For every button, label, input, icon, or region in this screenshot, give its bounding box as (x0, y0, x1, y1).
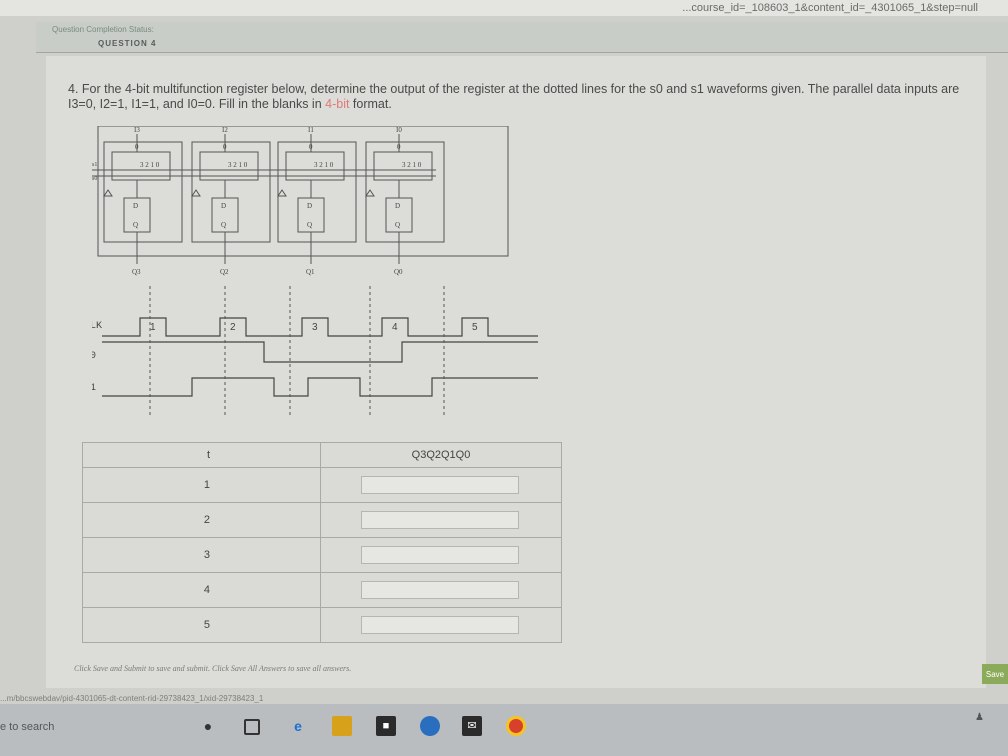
answer-input-4[interactable] (361, 581, 519, 599)
output-label: Q0 (394, 268, 403, 276)
output-label: Q1 (306, 268, 315, 276)
clock-triangle (191, 189, 201, 197)
mux-const-label: 0 (135, 143, 139, 151)
pulse-number: 2 (230, 322, 236, 333)
table-header-row: t Q3Q2Q1Q0 (82, 442, 562, 468)
input-label: I2 (222, 126, 228, 134)
file-explorer-icon[interactable] (332, 716, 352, 736)
task-view-icon[interactable] (244, 719, 260, 735)
ff-q-label: Q (221, 221, 226, 229)
select-label: s1 (92, 162, 97, 168)
answer-input-3[interactable] (361, 546, 519, 564)
ff-q-label: Q (307, 221, 312, 229)
mux-select-label: 3 2 1 0 (228, 161, 248, 169)
ff-d-label: D (133, 202, 138, 210)
output-label: Q2 (220, 268, 229, 276)
browser-url-bar[interactable]: ...course_id=_108603_1&content_id=_43010… (0, 0, 1008, 16)
status-url: ...m/bbcswebdav/pid-4301065-dt-content-r… (0, 694, 264, 703)
ff-q-label: Q (395, 221, 400, 229)
register-circuit-diagram: I303 2 1 0DQQ3I203 2 1 0DQQ2I103 2 1 0DQ… (92, 126, 538, 416)
question-number-label: QUESTION 4 (98, 39, 157, 48)
save-button[interactable]: Save (982, 664, 1008, 684)
people-icon[interactable]: ♟ (975, 712, 984, 723)
question-text: 4. For the 4-bit multifunction register … (68, 82, 960, 111)
signal-label: s0 (92, 351, 96, 362)
pulse-number: 3 (312, 322, 318, 333)
register-outline (97, 126, 509, 257)
taskbar-search[interactable]: e to search (0, 716, 200, 738)
mux-const-label: 0 (397, 143, 401, 151)
answer-input-5[interactable] (361, 616, 519, 634)
mux-select-label: 3 2 1 0 (314, 161, 334, 169)
table-row: 2 (82, 502, 562, 538)
mux-select-label: 3 2 1 0 (140, 161, 160, 169)
s0-waveform (102, 341, 538, 363)
mux-select-label: 3 2 1 0 (402, 161, 422, 169)
row-t: 2 (82, 502, 321, 538)
edge-browser-icon[interactable]: e (288, 716, 308, 736)
row-answer-cell (320, 572, 562, 608)
ff-d-label: D (307, 202, 312, 210)
input-label: I3 (134, 126, 140, 134)
table-row: 1 (82, 467, 562, 503)
header-q: Q3Q2Q1Q0 (320, 442, 562, 468)
answer-input-2[interactable] (361, 511, 519, 529)
ff-d-label: D (221, 202, 226, 210)
header-t: t (82, 442, 321, 468)
search-text: e to search (0, 721, 55, 733)
circuit (92, 126, 509, 264)
windows-taskbar: e to search ● e ■ ✉ ♟ (0, 704, 1008, 756)
signal-label: CLK (92, 321, 102, 332)
signal-label: s1 (92, 383, 96, 394)
row-answer-cell (320, 607, 562, 643)
row-t: 1 (82, 467, 321, 503)
completion-status-link[interactable]: Question Completion Status: (52, 25, 154, 34)
row-answer-cell (320, 502, 562, 538)
ff-d-label: D (395, 202, 400, 210)
table-row: 5 (82, 607, 562, 643)
table-row: 4 (82, 572, 562, 608)
row-answer-cell (320, 537, 562, 573)
mux-const-label: 0 (223, 143, 227, 151)
chrome-icon[interactable] (506, 716, 526, 736)
highlight-4bit: 4-bit (325, 97, 350, 111)
clock-triangle (365, 189, 375, 197)
answer-input-1[interactable] (361, 476, 519, 494)
app-icon[interactable] (420, 716, 440, 736)
clock-triangle (103, 189, 113, 197)
clock-triangle (277, 189, 287, 197)
submit-instructions: Click Save and Submit to save and submit… (74, 664, 352, 673)
question-content: 4. For the 4-bit multifunction register … (46, 56, 986, 688)
row-t: 5 (82, 607, 321, 643)
input-label: I1 (308, 126, 314, 134)
row-answer-cell (320, 467, 562, 503)
ff-q-label: Q (133, 221, 138, 229)
s1-waveform (102, 377, 538, 397)
url-text: ...course_id=_108603_1&content_id=_43010… (682, 2, 978, 14)
pulse-number: 4 (392, 322, 398, 333)
row-t: 4 (82, 572, 321, 608)
answer-table: t Q3Q2Q1Q0 1 2 3 4 5 (82, 442, 562, 643)
output-label: Q3 (132, 268, 141, 276)
pulse-number: 5 (472, 322, 478, 333)
pulse-number: 1 (150, 322, 156, 333)
mux-const-label: 0 (309, 143, 313, 151)
mail-icon[interactable]: ✉ (462, 716, 482, 736)
question-status-bar: Question Completion Status: QUESTION 4 (36, 22, 1008, 53)
select-label: s0 (92, 176, 97, 182)
microphone-icon[interactable]: ● (198, 716, 218, 736)
store-icon[interactable]: ■ (376, 716, 396, 736)
input-label: I0 (396, 126, 402, 134)
row-t: 3 (82, 537, 321, 573)
table-row: 3 (82, 537, 562, 573)
